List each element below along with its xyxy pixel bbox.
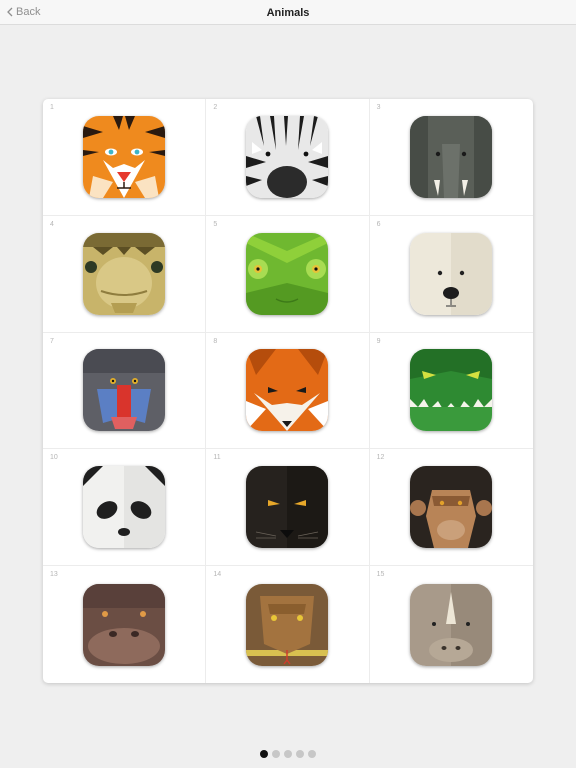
panda-icon	[83, 466, 166, 549]
animal-cell[interactable]: 7	[43, 332, 207, 450]
cell-number: 15	[376, 571, 385, 579]
animal-grid-card: 1 2 3 4 5 6 7 8 9 10 11 12 13 14 15	[43, 99, 533, 683]
animal-cell[interactable]: 3	[369, 99, 533, 216]
page-indicator	[0, 750, 576, 758]
animal-cell[interactable]: 9	[369, 333, 533, 450]
hippo-icon	[83, 583, 166, 666]
cell-number: 4	[50, 220, 54, 228]
cell-number: 2	[213, 104, 218, 111]
elephant-icon	[410, 115, 493, 198]
animal-cell[interactable]: 11	[206, 449, 370, 567]
cell-number: 8	[213, 337, 218, 345]
zebra-icon	[246, 115, 329, 198]
cell-number: 6	[376, 220, 381, 228]
snake-icon	[246, 583, 329, 666]
animal-cell[interactable]: 5	[206, 215, 370, 333]
animal-cell[interactable]: 6	[369, 216, 533, 333]
cell-number: 3	[376, 104, 381, 111]
cell-number: 9	[376, 337, 381, 345]
rhino-icon	[410, 583, 493, 666]
cell-number: 14	[213, 571, 222, 579]
fox-icon	[246, 349, 329, 432]
cell-number: 11	[213, 454, 221, 462]
panther-icon	[246, 466, 329, 549]
animal-cell[interactable]: 12	[369, 449, 533, 567]
navigation-bar: Back Animals	[0, 0, 576, 25]
animal-cell[interactable]: 10	[43, 449, 207, 567]
cell-number: 5	[213, 220, 218, 228]
animal-cell[interactable]: 13	[43, 566, 207, 683]
turtle-icon	[83, 232, 166, 315]
mandrill-icon	[83, 349, 166, 432]
chameleon-icon	[246, 232, 329, 315]
cell-number: 1	[50, 104, 54, 111]
page-dot[interactable]	[296, 750, 304, 758]
cell-number: 7	[50, 337, 54, 345]
animal-cell[interactable]: 15	[370, 566, 533, 683]
cell-number: 13	[50, 571, 58, 579]
page-dot[interactable]	[284, 750, 292, 758]
page-dot[interactable]	[308, 750, 316, 758]
animal-cell[interactable]: 1	[43, 99, 207, 216]
cell-number: 12	[376, 454, 385, 462]
tiger-icon	[83, 115, 166, 198]
page-title: Animals	[266, 7, 310, 19]
animal-cell[interactable]: 14	[206, 566, 370, 683]
animal-cell[interactable]: 2	[206, 99, 370, 216]
animal-cell[interactable]: 8	[206, 332, 370, 450]
cell-number: 10	[50, 454, 58, 462]
crocodile-icon	[410, 349, 493, 432]
page-dot[interactable]	[260, 750, 268, 758]
polar-bear-icon	[410, 232, 493, 315]
chimpanzee-icon	[410, 466, 493, 549]
animal-cell[interactable]: 4	[43, 215, 207, 333]
page-dot[interactable]	[272, 750, 280, 758]
